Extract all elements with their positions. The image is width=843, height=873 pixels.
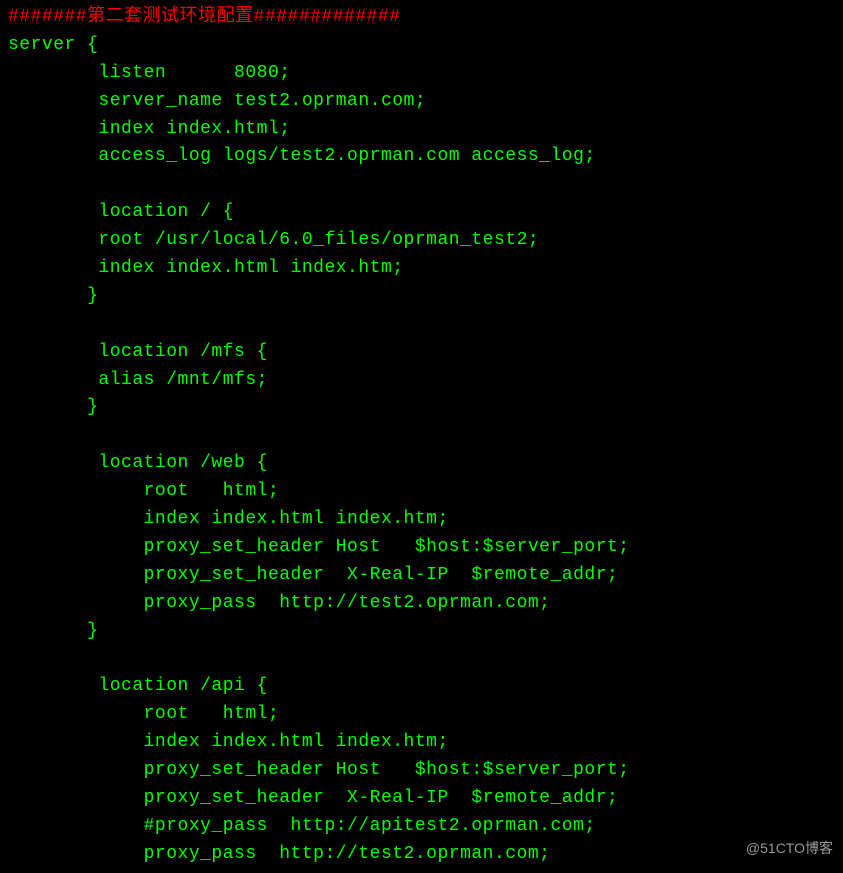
code-line [8, 645, 835, 673]
code-line: index index.html index.htm; [8, 506, 835, 534]
code-line: index index.html index.htm; [8, 729, 835, 757]
code-line: } [8, 618, 835, 646]
terminal-output: #######第二套测试环境配置#############server { li… [0, 0, 843, 873]
code-line: proxy_set_header Host $host:$server_port… [8, 534, 835, 562]
code-line: index index.html; [8, 116, 835, 144]
code-line: server { [8, 32, 835, 60]
code-line: access_log logs/test2.oprman.com access_… [8, 143, 835, 171]
code-line: proxy_set_header Host $host:$server_port… [8, 757, 835, 785]
code-line: root /usr/local/6.0_files/oprman_test2; [8, 227, 835, 255]
code-line: location / { [8, 199, 835, 227]
code-line: proxy_set_header X-Real-IP $remote_addr; [8, 785, 835, 813]
code-line: index index.html index.htm; [8, 255, 835, 283]
code-line: #######第二套测试环境配置############# [8, 4, 835, 32]
code-line: server_name test2.oprman.com; [8, 88, 835, 116]
code-line: location /web { [8, 450, 835, 478]
code-line [8, 171, 835, 199]
code-line: listen 8080; [8, 60, 835, 88]
code-line: proxy_set_header X-Real-IP $remote_addr; [8, 562, 835, 590]
code-line: proxy_pass http://test2.oprman.com; [8, 590, 835, 618]
code-line: root html; [8, 478, 835, 506]
code-line: alias /mnt/mfs; [8, 367, 835, 395]
code-line: location /mfs { [8, 339, 835, 367]
code-line [8, 311, 835, 339]
code-line: root html; [8, 701, 835, 729]
code-line [8, 422, 835, 450]
code-line: #proxy_pass http://apitest2.oprman.com; [8, 813, 835, 841]
code-line: proxy_pass http://test2.oprman.com; [8, 841, 835, 869]
watermark: @51CTO博客 [746, 838, 833, 858]
code-line: } [8, 283, 835, 311]
code-line: location /api { [8, 673, 835, 701]
code-line: } [8, 394, 835, 422]
